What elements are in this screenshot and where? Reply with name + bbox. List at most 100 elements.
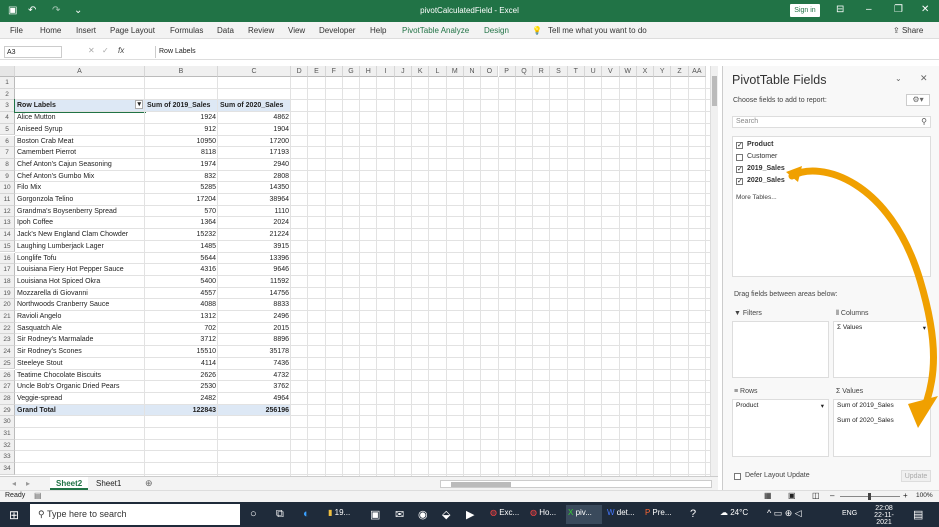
page-break-view-icon[interactable]: ◫ <box>812 491 820 500</box>
row-header-25[interactable]: 25 <box>0 357 15 370</box>
more-tables-link[interactable]: More Tables... <box>736 194 777 201</box>
row-header-12[interactable]: 12 <box>0 205 15 218</box>
row-header-13[interactable]: 13 <box>0 217 15 230</box>
clock[interactable]: 22:08 22-11-2021 <box>868 505 900 526</box>
mail-icon[interactable]: ✉ <box>395 508 404 521</box>
task-view-icon[interactable]: ⧉ <box>276 508 284 521</box>
row-header-8[interactable]: 8 <box>0 158 15 171</box>
select-all-corner[interactable] <box>0 66 15 77</box>
column-header-a[interactable]: A <box>15 66 145 77</box>
row-header-3[interactable]: 3 <box>0 100 15 113</box>
row-header-23[interactable]: 23 <box>0 334 15 347</box>
column-header-w[interactable]: W <box>619 66 637 77</box>
macro-record-icon[interactable]: ▤ <box>34 491 42 500</box>
column-header-p[interactable]: P <box>498 66 516 77</box>
restore-icon[interactable]: ❐ <box>894 4 903 15</box>
minimize-icon[interactable]: – <box>866 4 872 15</box>
name-box[interactable]: A3 <box>4 46 62 58</box>
pane-options-dropdown-icon[interactable]: ⌄ <box>895 74 902 83</box>
row-header-17[interactable]: 17 <box>0 264 15 276</box>
vertical-scrollbar[interactable] <box>710 66 718 476</box>
row-header-14[interactable]: 14 <box>0 229 15 241</box>
row-header-26[interactable]: 26 <box>0 369 15 382</box>
normal-view-icon[interactable]: ▦ <box>764 491 772 500</box>
column-header-l[interactable]: L <box>429 66 447 77</box>
edge-icon[interactable]: ◐ <box>303 508 310 520</box>
weather-widget[interactable]: ☁ 24°C <box>720 508 748 517</box>
taskbar-app-chrome-excel[interactable]: ◍ Exc... <box>490 508 519 517</box>
column-header-y[interactable]: Y <box>654 66 672 77</box>
tray-icons[interactable]: ^ ▭ ⊕ ◁ <box>767 508 802 519</box>
column-header-u[interactable]: U <box>584 66 603 77</box>
page-layout-view-icon[interactable]: ▣ <box>788 491 796 500</box>
windows-start-icon[interactable]: ⊞ <box>9 508 19 522</box>
field-checkbox[interactable]: ✓ <box>736 142 743 149</box>
notifications-icon[interactable]: ▤ <box>913 508 923 521</box>
row-header-16[interactable]: 16 <box>0 252 15 265</box>
row-header-32[interactable]: 32 <box>0 439 15 452</box>
update-button[interactable]: Update <box>901 470 931 482</box>
column-header-m[interactable]: M <box>446 66 464 77</box>
column-header-b[interactable]: B <box>145 66 218 77</box>
column-header-z[interactable]: Z <box>671 66 689 77</box>
row-header-19[interactable]: 19 <box>0 287 15 300</box>
row-header-18[interactable]: 18 <box>0 275 15 288</box>
enter-icon[interactable]: ✓ <box>102 46 109 55</box>
filter-dropdown-icon[interactable]: ▾ <box>135 100 143 110</box>
tab-pivottable-analyze[interactable]: PivotTable Analyze <box>402 26 469 35</box>
tab-insert[interactable]: Insert <box>76 26 96 35</box>
taskbar-app-explorer[interactable]: ▮ 19... <box>328 508 350 517</box>
field-search-input[interactable]: Search ⚲ <box>732 116 931 128</box>
tab-design[interactable]: Design <box>484 26 509 35</box>
help-icon[interactable]: ? <box>690 508 696 520</box>
row-header-1[interactable]: 1 <box>0 77 15 89</box>
worksheet-grid[interactable]: A B C D E F G H I J K L M N O P Q R S T U V W X Y Z AA 1 2 3 4 5 6 7 8 9 10… <box>0 66 718 476</box>
row-header-33[interactable]: 33 <box>0 451 15 464</box>
row-header-30[interactable]: 30 <box>0 416 15 428</box>
tab-help[interactable]: Help <box>370 26 386 35</box>
field-checkbox[interactable] <box>736 154 743 161</box>
column-header-v[interactable]: V <box>602 66 620 77</box>
row-header-15[interactable]: 15 <box>0 240 15 253</box>
defer-layout-checkbox[interactable] <box>734 473 741 480</box>
row-header-34[interactable]: 34 <box>0 463 15 475</box>
horizontal-scrollbar[interactable] <box>440 480 712 488</box>
column-header-d[interactable]: D <box>291 66 309 77</box>
store-icon[interactable]: ▣ <box>370 508 380 521</box>
row-header-20[interactable]: 20 <box>0 299 15 311</box>
column-header-i[interactable]: I <box>377 66 395 77</box>
row-header-6[interactable]: 6 <box>0 135 15 148</box>
taskbar-app-powerpoint[interactable]: P Pre... <box>645 508 672 517</box>
formula-input[interactable]: Row Labels <box>155 46 933 58</box>
tell-me-search[interactable]: Tell me what you want to do <box>548 26 647 35</box>
dropbox-icon[interactable]: ⬙ <box>442 508 450 521</box>
column-header-r[interactable]: R <box>533 66 551 77</box>
taskbar-app-word[interactable]: W det... <box>607 508 635 517</box>
add-sheet-icon[interactable]: ⊕ <box>145 478 153 489</box>
column-header-x[interactable]: X <box>636 66 655 77</box>
gear-icon[interactable]: ⚙▾ <box>906 94 930 106</box>
row-header-28[interactable]: 28 <box>0 392 15 405</box>
sheet-tab-sheet1[interactable]: Sheet1 <box>92 477 125 490</box>
column-header-o[interactable]: O <box>481 66 499 77</box>
scroll-thumb[interactable] <box>712 76 717 106</box>
column-header-h[interactable]: H <box>360 66 378 77</box>
tab-view[interactable]: View <box>288 26 305 35</box>
column-header-c[interactable]: C <box>218 66 291 77</box>
column-header-aa[interactable]: AA <box>688 66 706 77</box>
app-icon[interactable]: ◉ <box>418 508 428 521</box>
zoom-in-icon[interactable]: + <box>903 491 908 500</box>
tab-review[interactable]: Review <box>248 26 274 35</box>
cortana-icon[interactable]: ○ <box>250 508 257 520</box>
row-header-29[interactable]: 29 <box>0 404 15 417</box>
tab-page-layout[interactable]: Page Layout <box>110 26 155 35</box>
tab-home[interactable]: Home <box>40 26 61 35</box>
row-header-9[interactable]: 9 <box>0 170 15 183</box>
column-header-q[interactable]: Q <box>515 66 534 77</box>
row-header-11[interactable]: 11 <box>0 194 15 206</box>
horizontal-scroll-thumb[interactable] <box>451 482 511 487</box>
taskbar-app-excel[interactable]: X piv... <box>566 505 602 524</box>
tab-data[interactable]: Data <box>217 26 234 35</box>
row-header-4[interactable]: 4 <box>0 112 15 124</box>
tab-developer[interactable]: Developer <box>319 26 355 35</box>
